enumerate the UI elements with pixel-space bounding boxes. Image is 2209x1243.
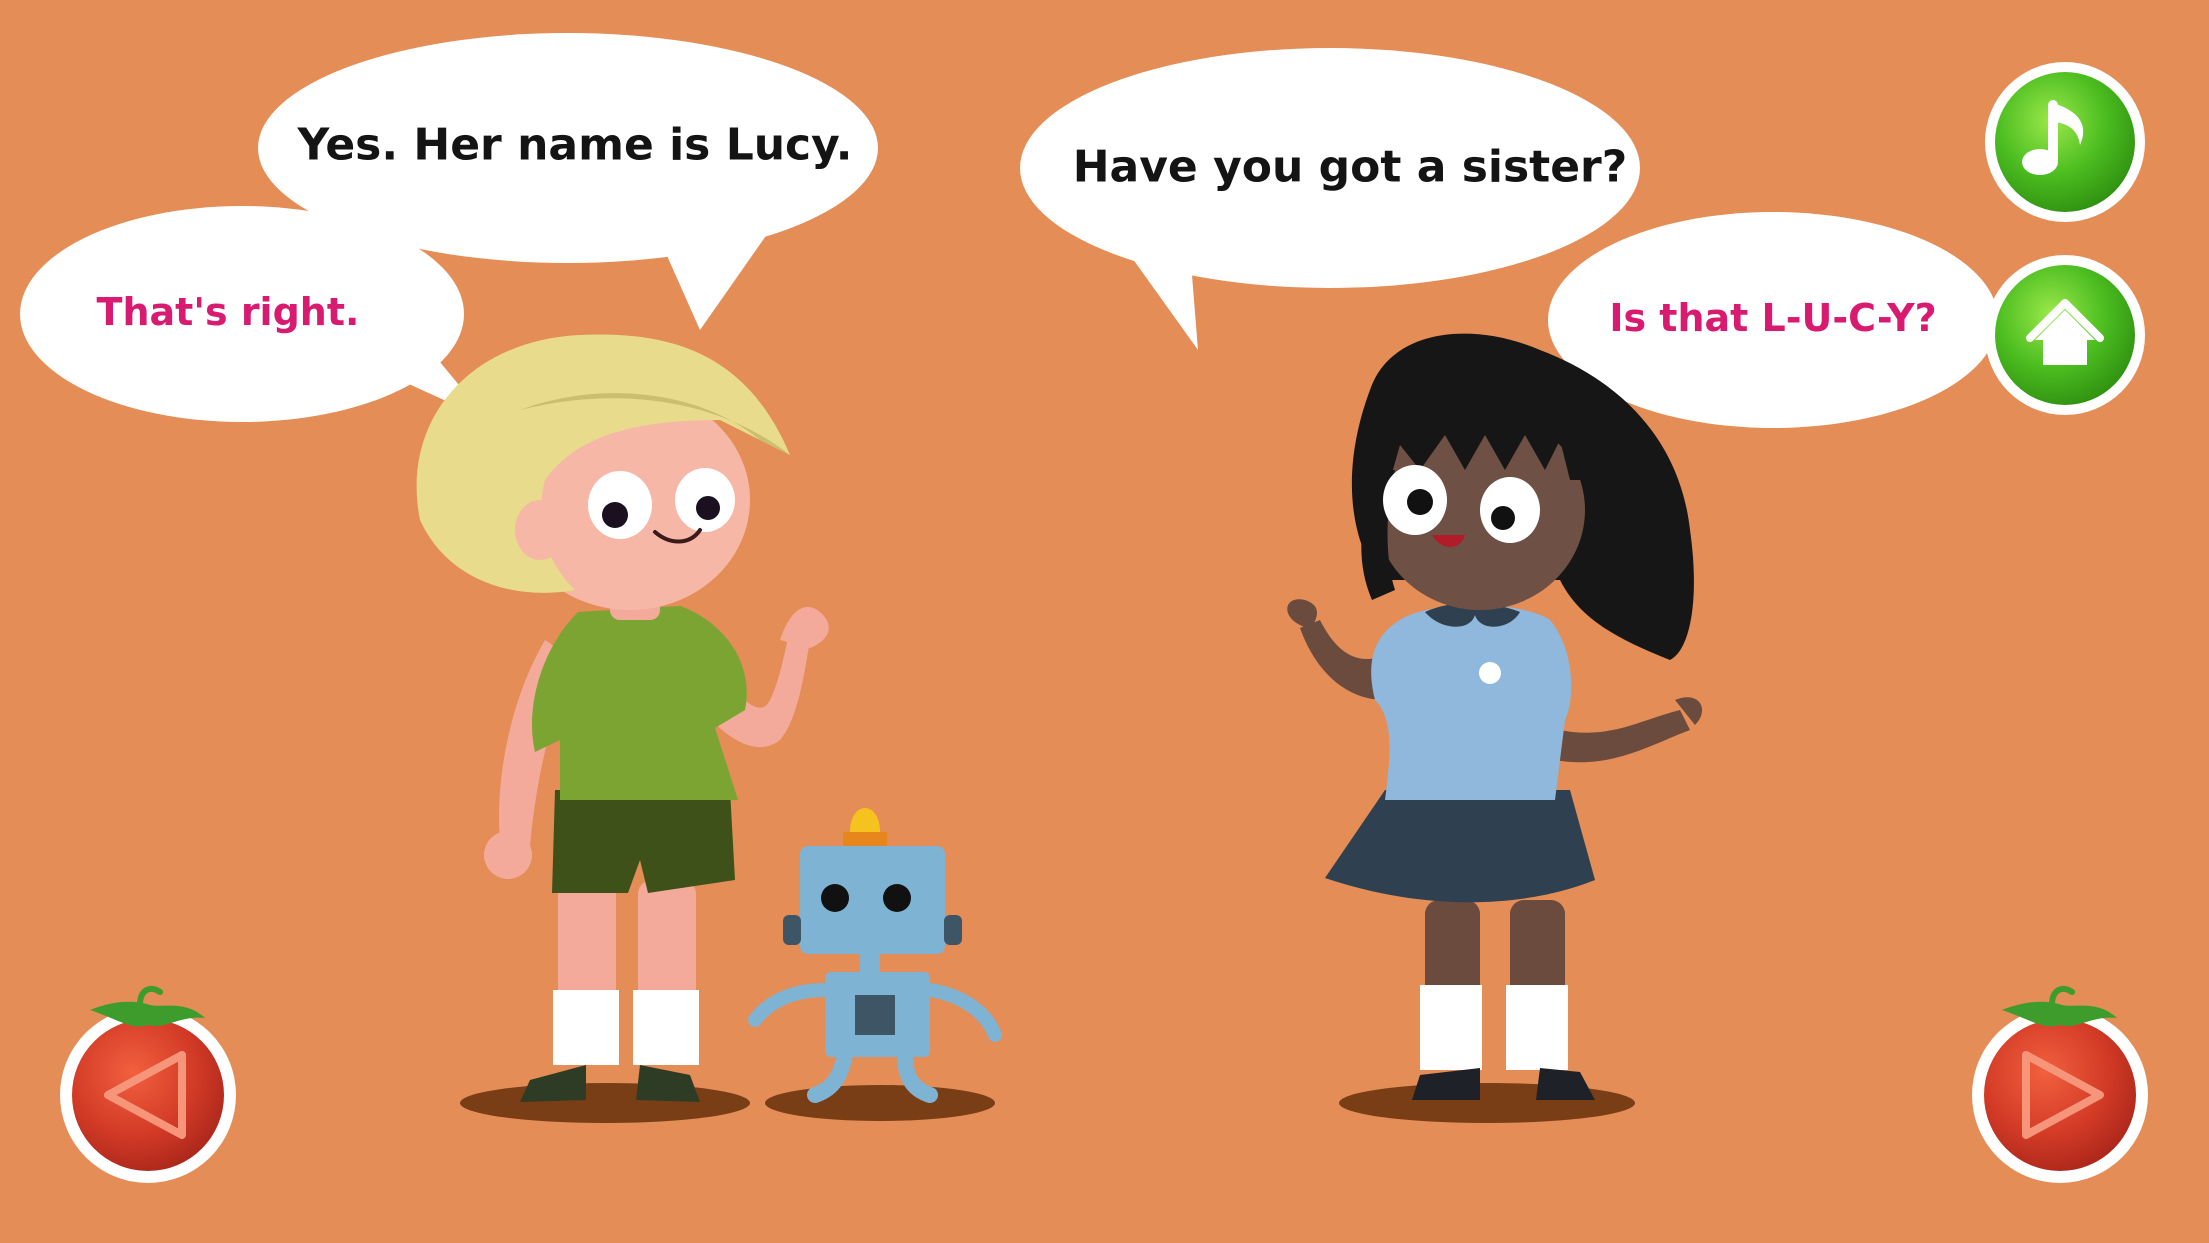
speech-text-girl-main: Have you got a sister? [1072, 141, 1628, 193]
boy-character [416, 334, 829, 1102]
speech-text-girl-reply: Is that L-U-C-Y? [1609, 296, 1937, 340]
speech-bubble-girl-main [1020, 48, 1640, 350]
music-button[interactable] [1985, 62, 2145, 222]
girl-character [1287, 333, 1703, 1100]
speech-text-boy-main: Yes. Her name is Lucy. [297, 119, 853, 171]
boy-shadow [460, 1083, 750, 1123]
speech-text-boy-reply: That's right. [96, 290, 360, 334]
robot-shadow [765, 1085, 995, 1121]
prev-button[interactable] [60, 985, 236, 1183]
girl-shadow [1339, 1083, 1635, 1123]
robot-character [748, 808, 1002, 1103]
next-button[interactable] [1972, 985, 2148, 1183]
home-button[interactable] [1985, 255, 2145, 415]
